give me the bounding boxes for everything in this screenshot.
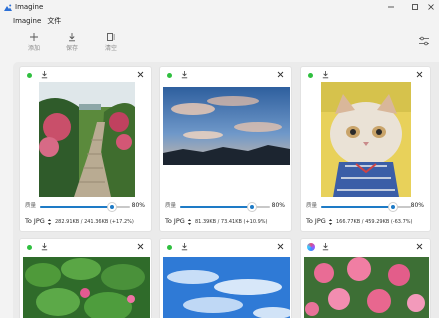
card-header (301, 67, 430, 81)
download-icon[interactable] (321, 242, 330, 251)
format-label: To JPG (306, 217, 326, 225)
close-icon[interactable] (415, 70, 424, 79)
quality-slider-fill (40, 206, 112, 208)
status-done-indicator (308, 73, 313, 78)
card-header (20, 239, 151, 253)
quality-row: 质量 80% (160, 201, 291, 213)
minimize-icon (388, 6, 394, 8)
image-card (300, 238, 431, 318)
download-icon[interactable] (40, 70, 49, 79)
clear-label: 清空 (104, 45, 117, 52)
quality-slider-fill (180, 206, 252, 208)
add-button[interactable]: 添加 (20, 30, 48, 56)
download-icon[interactable] (180, 242, 189, 251)
image-thumbnail (23, 257, 150, 318)
download-icon[interactable] (180, 70, 189, 79)
window-title: Imagine (15, 3, 44, 11)
size-comparison: 81.39KB / 73.41KB (+10.9%) (195, 219, 268, 225)
image-thumbnail (163, 87, 290, 165)
card-header (160, 67, 291, 81)
maximize-icon (412, 4, 418, 10)
quality-slider[interactable] (40, 203, 130, 211)
quality-slider-thumb[interactable] (248, 203, 256, 211)
image-card: 质量 80% To JPG 166.77KB / 459.29KB (-63.7… (300, 66, 431, 232)
image-thumbnail (39, 82, 135, 197)
format-label: To JPG (25, 217, 45, 225)
close-icon[interactable] (415, 242, 424, 251)
format-select[interactable]: To JPG (306, 217, 333, 226)
download-icon[interactable] (321, 70, 330, 79)
minimize-button[interactable] (378, 0, 404, 14)
clear-list-icon (107, 33, 115, 41)
quality-row: 质量 80% (301, 201, 430, 213)
size-comparison: 282.91KB / 241.36KB (+17.2%) (55, 219, 134, 225)
menu-file[interactable]: 文件 (47, 16, 61, 26)
close-icon (427, 4, 434, 10)
toolbar: 添加 保存 清空 (0, 28, 439, 58)
format-row: To JPG 81.39KB / 73.41KB (+10.9%) (160, 216, 291, 228)
title-bar: Imagine (0, 0, 439, 14)
processing-spinner-icon (307, 243, 315, 251)
quality-label: 质量 (25, 203, 37, 209)
card-header (20, 67, 151, 81)
card-header (160, 239, 291, 253)
updown-chevron-icon (47, 218, 51, 225)
format-select[interactable]: To JPG (165, 217, 192, 226)
status-done-indicator (27, 245, 32, 250)
quality-label: 质量 (306, 203, 318, 209)
quality-label: 质量 (165, 203, 177, 209)
image-card: 质量 80% To JPG 81.39KB / 73.41KB (+10.9%) (159, 66, 292, 232)
image-card (19, 238, 152, 318)
menu-imagine[interactable]: Imagine (13, 16, 41, 26)
close-window-button[interactable] (422, 0, 439, 14)
image-card (159, 238, 292, 318)
updown-chevron-icon (328, 218, 332, 225)
updown-chevron-icon (187, 218, 191, 225)
menu-bar: Imagine 文件 (0, 14, 439, 27)
download-icon (69, 33, 75, 42)
quality-slider[interactable] (180, 203, 270, 211)
close-icon[interactable] (136, 70, 145, 79)
settings-sliders-icon[interactable] (418, 35, 430, 47)
image-card: 质量 80% To JPG 282.91KB / 241.36KB (+17.2… (19, 66, 152, 232)
close-icon[interactable] (136, 242, 145, 251)
image-grid: 质量 80% To JPG 282.91KB / 241.36KB (+17.2… (13, 62, 439, 318)
status-done-indicator (27, 73, 32, 78)
quality-slider-thumb[interactable] (389, 203, 397, 211)
save-button[interactable]: 保存 (58, 30, 86, 56)
format-select[interactable]: To JPG (25, 217, 52, 226)
image-thumbnail (163, 257, 290, 318)
add-label: 添加 (27, 45, 40, 52)
quality-slider-fill (321, 206, 393, 208)
size-comparison: 166.77KB / 459.29KB (-63.7%) (336, 219, 413, 225)
image-thumbnail (321, 82, 411, 197)
quality-slider-thumb[interactable] (108, 203, 116, 211)
quality-value: 80% (131, 202, 145, 209)
app-logo-icon (4, 4, 12, 11)
close-icon[interactable] (276, 242, 285, 251)
close-icon[interactable] (276, 70, 285, 79)
card-header (301, 239, 430, 253)
clear-button[interactable]: 清空 (97, 30, 125, 56)
quality-row: 质量 80% (20, 201, 151, 213)
image-thumbnail (304, 257, 429, 318)
format-label: To JPG (165, 217, 185, 225)
plus-icon (30, 33, 38, 41)
status-done-indicator (167, 245, 172, 250)
format-row: To JPG 282.91KB / 241.36KB (+17.2%) (20, 216, 151, 228)
status-done-indicator (167, 73, 172, 78)
format-row: To JPG 166.77KB / 459.29KB (-63.7%) (301, 216, 430, 228)
quality-value: 80% (271, 202, 285, 209)
download-icon[interactable] (40, 242, 49, 251)
save-label: 保存 (65, 45, 78, 52)
quality-slider[interactable] (321, 203, 411, 211)
quality-value: 80% (410, 202, 424, 209)
